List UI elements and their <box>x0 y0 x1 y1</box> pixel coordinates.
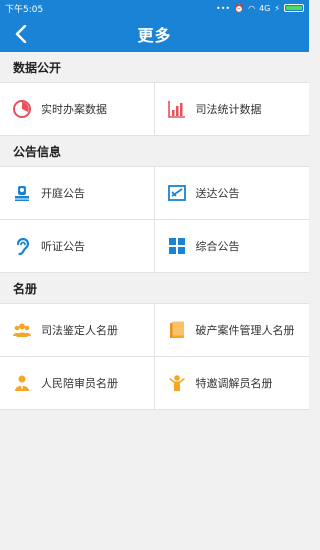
bankruptcy-administrator-roster-item[interactable]: 破产案件管理人名册 <box>155 304 310 356</box>
signal-label: 4G <box>259 3 271 13</box>
item-label: 司法鉴定人名册 <box>41 324 118 337</box>
app-bar: 更多 <box>0 16 309 52</box>
item-label: 实时办案数据 <box>41 103 107 116</box>
juror-icon <box>12 373 32 393</box>
delivery-announcement-item[interactable]: 送达公告 <box>155 167 310 219</box>
more-dots-icon: ••• <box>215 3 231 13</box>
section-header-data-open: 数据公开 <box>0 52 309 82</box>
grid-row: 实时办案数据 司法统计数据 <box>0 83 309 136</box>
status-icons: ••• ⏰ ◠ 4G ⚡ <box>216 4 304 13</box>
grid-row: 开庭公告 送达公告 <box>0 167 309 220</box>
group-icon <box>12 320 32 340</box>
status-bar: 下午5:05 ••• ⏰ ◠ 4G ⚡ <box>0 0 309 16</box>
invited-mediator-roster-item[interactable]: 特邀调解员名册 <box>155 357 310 409</box>
item-label: 听证公告 <box>41 240 85 253</box>
item-label: 送达公告 <box>195 187 240 200</box>
page-title: 更多 <box>137 26 172 45</box>
item-label: 综合公告 <box>195 240 240 253</box>
status-time: 下午5:05 <box>5 4 44 15</box>
hearing-announcement-item[interactable]: 听证公告 <box>0 220 155 272</box>
chevron-left-icon <box>15 25 27 43</box>
ear-icon <box>12 236 32 256</box>
mediator-icon <box>167 373 187 393</box>
battery-icon <box>284 4 304 12</box>
book-icon <box>167 320 187 340</box>
general-announcement-item[interactable]: 综合公告 <box>155 220 310 272</box>
alarm-icon: ⏰ <box>234 3 245 13</box>
rosters-grid: 司法鉴定人名册 破产案件管理人名册 人民陪审员名册 特邀调解员名册 <box>0 303 309 410</box>
section-header-rosters: 名册 <box>0 273 309 303</box>
item-label: 破产案件管理人名册 <box>195 324 295 337</box>
item-label: 特邀调解员名册 <box>195 377 273 390</box>
back-button[interactable] <box>8 21 34 47</box>
judicial-statistics-item[interactable]: 司法统计数据 <box>155 83 310 135</box>
section-header-announcements: 公告信息 <box>0 136 309 166</box>
judicial-appraiser-roster-item[interactable]: 司法鉴定人名册 <box>0 304 155 356</box>
item-label: 人民陪审员名册 <box>41 377 118 390</box>
grid-row: 司法鉴定人名册 破产案件管理人名册 <box>0 304 309 357</box>
grid-icon <box>167 236 187 256</box>
bar-chart-icon <box>167 99 187 119</box>
people-juror-roster-item[interactable]: 人民陪审员名册 <box>0 357 155 409</box>
grid-row: 人民陪审员名册 特邀调解员名册 <box>0 357 309 410</box>
item-label: 开庭公告 <box>41 187 85 200</box>
data-open-grid: 实时办案数据 司法统计数据 <box>0 82 309 136</box>
court-icon <box>12 183 32 203</box>
grid-row: 听证公告 综合公告 <box>0 220 309 273</box>
charging-icon: ⚡ <box>274 3 280 13</box>
main-content: 数据公开 实时办案数据 司法统计数据 公告信息 开庭公告 送达公告 听证公告 综… <box>0 52 309 410</box>
realtime-case-data-item[interactable]: 实时办案数据 <box>0 83 155 135</box>
wifi-icon: ◠ <box>248 3 256 13</box>
announcements-grid: 开庭公告 送达公告 听证公告 综合公告 <box>0 166 309 273</box>
court-session-announcement-item[interactable]: 开庭公告 <box>0 167 155 219</box>
item-label: 司法统计数据 <box>195 103 262 116</box>
pie-chart-icon <box>12 99 32 119</box>
delivery-icon <box>167 183 187 203</box>
